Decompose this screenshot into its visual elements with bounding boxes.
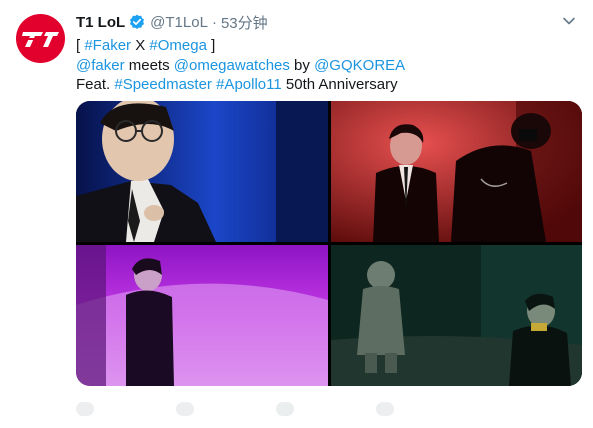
hashtag-omega[interactable]: #Omega — [149, 37, 207, 54]
handle[interactable]: @T1LoL — [150, 14, 208, 31]
action-bar — [76, 398, 496, 418]
meets-text: meets — [124, 56, 174, 74]
tweet-line-3: Feat. #Speedmaster #Apollo11 50th Annive… — [76, 75, 576, 95]
anniversary-text: 50th Anniversary — [281, 76, 398, 93]
mention-omegawatches[interactable]: @omegawatches — [174, 57, 290, 74]
separator-dot: · — [211, 13, 217, 31]
timestamp[interactable]: 53分钟 — [221, 12, 268, 33]
hashtag-apollo11[interactable]: #Apollo11 — [216, 76, 282, 93]
tweet-header: T1 LoL @T1LoL · 53分钟 — [76, 11, 577, 33]
hashtag-speedmaster[interactable]: #Speedmaster — [114, 76, 212, 93]
photo-1[interactable] — [76, 101, 328, 242]
by-text: by — [289, 56, 315, 74]
mention-gqkorea[interactable]: @GQKOREA — [314, 57, 405, 74]
t1-logo — [21, 31, 59, 47]
tweet[interactable]: T1 LoL @T1LoL · 53分钟 [ #Faker X #Omega ]… — [0, 0, 593, 428]
avatar[interactable] — [16, 14, 65, 63]
mention-faker[interactable]: @faker — [76, 57, 125, 74]
display-name[interactable]: T1 LoL — [76, 14, 125, 31]
chevron-down-icon[interactable] — [561, 13, 577, 29]
close-bracket: ] — [206, 37, 216, 54]
verified-badge-icon — [129, 14, 145, 30]
tweet-line-1: [ #Faker X #Omega ] — [76, 36, 576, 56]
tweet-text: [ #Faker X #Omega ] @faker meets @omegaw… — [76, 36, 576, 95]
retweet-icon[interactable] — [176, 402, 194, 416]
reply-icon[interactable] — [76, 402, 94, 416]
media-grid — [76, 101, 582, 386]
photo-4[interactable] — [331, 245, 582, 386]
hashtag-faker[interactable]: #Faker — [84, 37, 131, 54]
photo-3[interactable] — [76, 245, 328, 386]
photo-2[interactable] — [331, 101, 582, 242]
x-text: X — [131, 37, 150, 54]
feat-text: Feat. — [76, 76, 115, 93]
share-icon[interactable] — [376, 402, 394, 416]
like-icon[interactable] — [276, 402, 294, 416]
tweet-line-2: @faker meets @omegawatches by @GQKOREA — [76, 56, 576, 76]
